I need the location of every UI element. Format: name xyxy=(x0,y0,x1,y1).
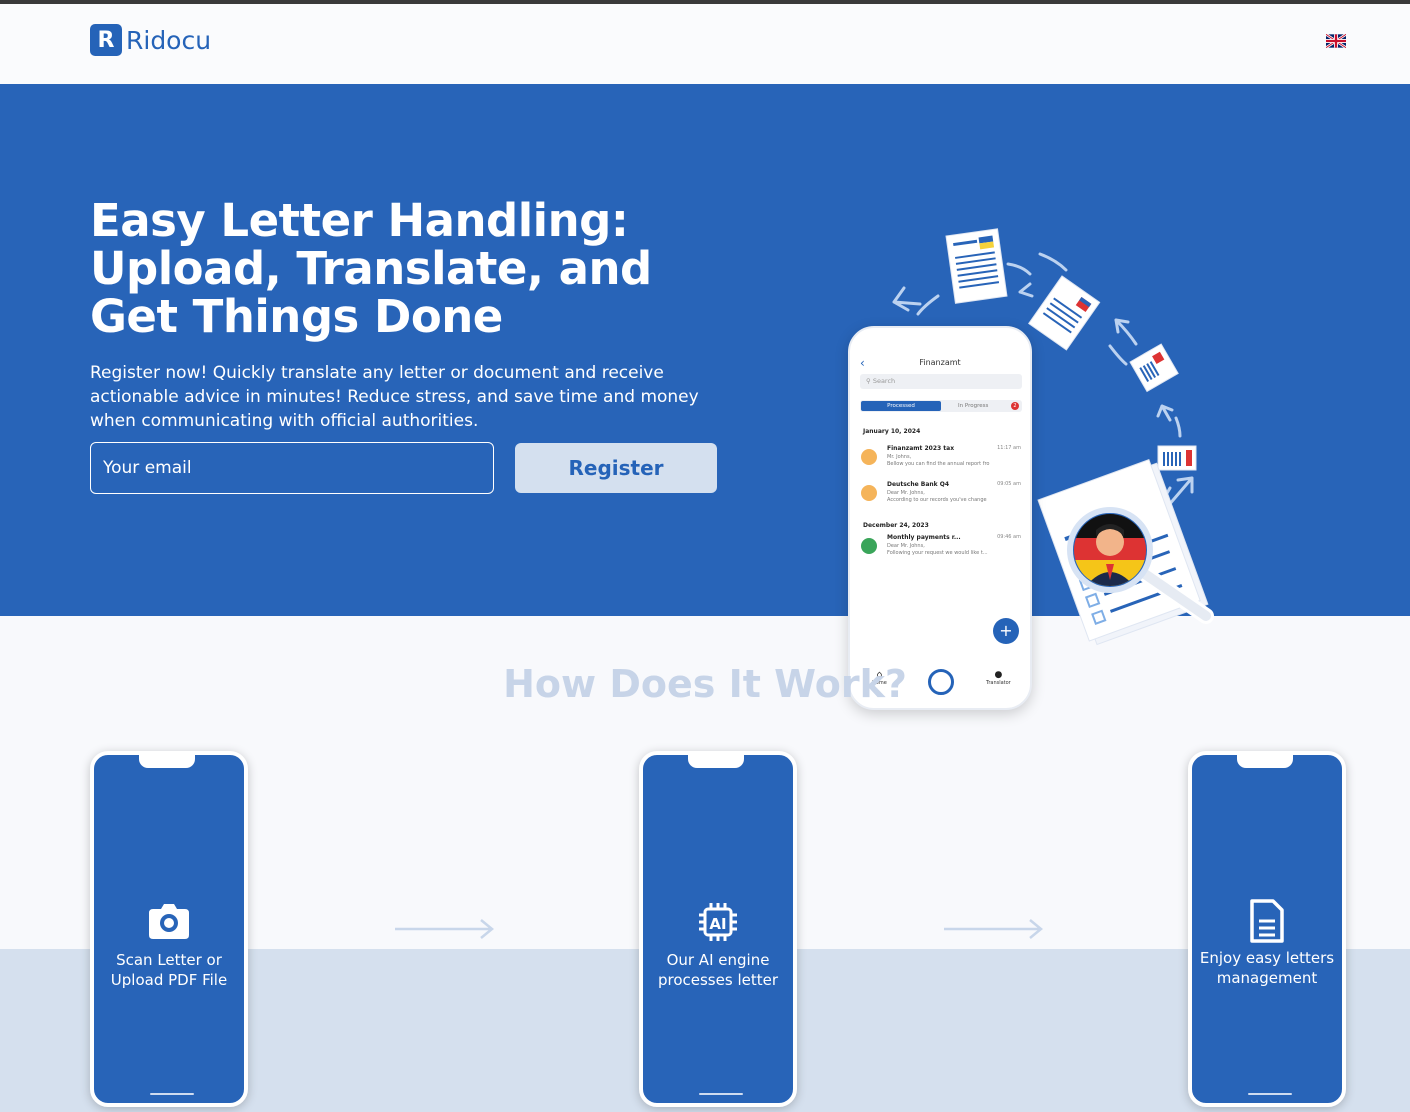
step-label: Scan Letter or Upload PDF File xyxy=(110,951,228,989)
phone-notch xyxy=(139,755,195,768)
uk-flag-icon[interactable] xyxy=(1326,34,1346,48)
group-date: January 10, 2024 xyxy=(863,428,921,435)
letter-line2: Following your request we would like t..… xyxy=(887,550,988,556)
letter-line1: Dear Mr. Johns, xyxy=(887,490,925,496)
letter-name: Finanzamt 2023 tax xyxy=(887,445,955,452)
check-icon xyxy=(861,538,877,554)
logo[interactable]: R Ridocu xyxy=(90,24,211,56)
ai-chip-icon: AI xyxy=(643,901,793,948)
letter-time: 09:05 am xyxy=(997,481,1021,487)
letter-time: 11:17 am xyxy=(997,445,1021,451)
arrow-right-icon xyxy=(944,919,1043,939)
hero-title: Easy Letter Handling: Upload, Translate,… xyxy=(90,194,652,343)
camera-icon xyxy=(94,901,244,946)
svg-text:AI: AI xyxy=(709,915,726,933)
in-progress-badge: 2 xyxy=(1011,402,1019,410)
phone-notch xyxy=(1237,755,1293,768)
step-label: Enjoy easy letters management xyxy=(1199,949,1335,987)
letter-line1: Dear Mr. Johns, xyxy=(887,543,925,549)
letter-item: Deutsche Bank Q4 09:05 am Dear Mr. Johns… xyxy=(861,481,1021,509)
logo-text: Ridocu xyxy=(126,25,212,55)
letter-line1: Mr. Johns, xyxy=(887,454,912,460)
group-date: December 24, 2023 xyxy=(863,522,929,529)
tab-processed: Processed xyxy=(861,401,941,411)
app-mockup-search: ⚲ Search xyxy=(860,374,1022,389)
how-it-works-title: How Does It Work? xyxy=(503,662,907,706)
letter-name: Deutsche Bank Q4 xyxy=(887,481,949,488)
step-label: Our AI engine processes letter xyxy=(657,951,778,989)
email-input[interactable] xyxy=(90,442,494,494)
hero-description: Register now! Quickly translate any lett… xyxy=(90,363,699,431)
step-card-manage: Enjoy easy letters management xyxy=(1188,751,1346,1107)
euro-icon xyxy=(861,485,877,501)
logo-mark-icon: R xyxy=(90,24,122,56)
add-icon: + xyxy=(993,618,1019,644)
home-indicator xyxy=(699,1093,743,1095)
document-icon xyxy=(1192,899,1342,948)
step-card-ai: AI Our AI engine processes letter xyxy=(639,751,797,1107)
phone-notch xyxy=(688,755,744,768)
site-header: R Ridocu xyxy=(0,4,1410,84)
home-indicator xyxy=(1248,1093,1292,1095)
tab-in-progress: In Progress xyxy=(958,403,989,409)
hero-section: Easy Letter Handling: Upload, Translate,… xyxy=(0,84,1410,710)
letter-item: Monthly payments r... 09:46 am Dear Mr. … xyxy=(861,534,1021,562)
register-button[interactable]: Register xyxy=(515,443,717,493)
app-mockup-search-placeholder: Search xyxy=(872,377,896,385)
letter-item: Finanzamt 2023 tax 11:17 am Mr. Johns, B… xyxy=(861,445,1021,473)
app-mockup-phone: ‹ Finanzamt ⚲ Search Processed In Progre… xyxy=(848,326,1032,710)
app-mockup-tabs: Processed In Progress 2 xyxy=(860,400,1022,412)
letter-time: 09:46 am xyxy=(997,534,1021,540)
letter-line2: According to our records you've change xyxy=(887,497,987,503)
app-mockup-title: Finanzamt xyxy=(919,358,961,367)
phone-icon xyxy=(861,449,877,465)
letter-name: Monthly payments r... xyxy=(887,534,961,541)
letter-line2: Bellow you can find the annual report fr… xyxy=(887,461,990,467)
arrow-right-icon xyxy=(395,919,494,939)
home-indicator xyxy=(150,1093,194,1095)
step-card-scan: Scan Letter or Upload PDF File xyxy=(90,751,248,1107)
